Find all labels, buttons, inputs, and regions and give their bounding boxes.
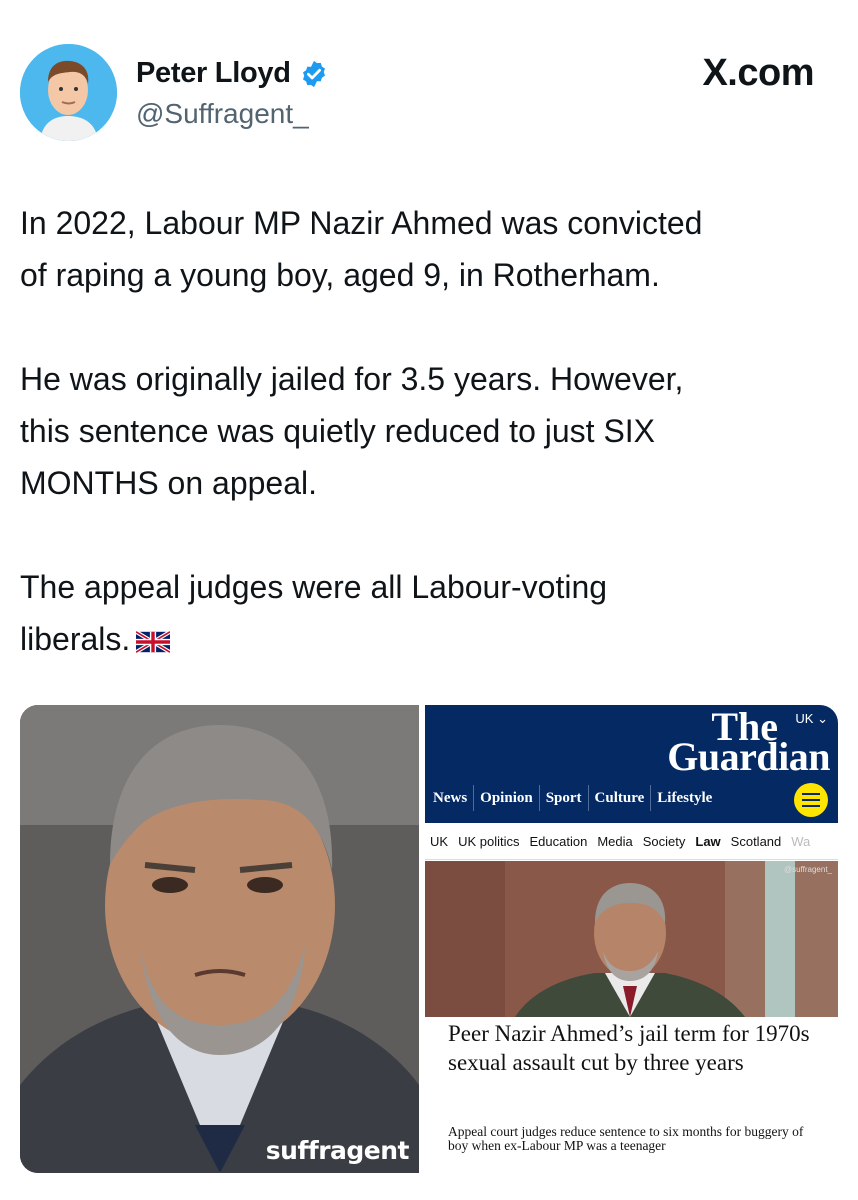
- tweet-paragraph: He was originally jailed for 3.5 years. …: [20, 361, 684, 501]
- tweet-text: In 2022, Labour MP Nazir Ahmed was convi…: [20, 197, 840, 665]
- author-handle[interactable]: @Suffragent_: [136, 98, 309, 130]
- author-name-row: Peter Lloyd: [136, 57, 329, 90]
- portrait-illustration: [20, 705, 419, 1173]
- nav-lifestyle[interactable]: Lifestyle: [650, 785, 718, 811]
- subnav-truncated[interactable]: Wa: [786, 834, 815, 849]
- article-headline[interactable]: Peer Nazir Ahmed’s jail term for 1970s s…: [448, 1019, 828, 1077]
- guardian-article-screenshot[interactable]: UK ⌄ The Guardian News Opinion Sport Cul…: [425, 705, 838, 1173]
- chevron-down-icon: ⌄: [817, 711, 828, 726]
- photo-watermark: suffragent: [265, 1136, 410, 1165]
- guardian-logo[interactable]: Guardian: [667, 737, 830, 777]
- subnav-media[interactable]: Media: [592, 834, 637, 849]
- subnav-education[interactable]: Education: [524, 834, 592, 849]
- nav-opinion[interactable]: Opinion: [473, 785, 539, 811]
- article-standfirst: Appeal court judges reduce sentence to s…: [448, 1124, 804, 1153]
- photo-credit: @suffragent_: [783, 865, 832, 874]
- hamburger-menu-icon: [802, 793, 820, 807]
- edition-selector[interactable]: UK ⌄: [795, 711, 828, 727]
- verified-badge-icon: [302, 60, 325, 87]
- portrait-photo[interactable]: suffragent: [20, 705, 419, 1173]
- guardian-masthead: UK ⌄ The Guardian News Opinion Sport Cul…: [425, 705, 838, 823]
- article-photo[interactable]: @suffragent_: [425, 861, 838, 1017]
- site-label: X.com: [702, 52, 814, 94]
- subnav-society[interactable]: Society: [638, 834, 691, 849]
- tweet-media[interactable]: suffragent UK ⌄ The Guardian News Opinio…: [20, 705, 838, 1173]
- nav-culture[interactable]: Culture: [587, 785, 651, 811]
- nav-sport[interactable]: Sport: [538, 785, 588, 811]
- subnav-uk[interactable]: UK: [425, 834, 453, 849]
- edition-label: UK: [795, 711, 814, 726]
- tweet-paragraph: The appeal judges were all Labour-voting…: [20, 569, 608, 657]
- nav-news[interactable]: News: [431, 785, 473, 811]
- guardian-primary-nav: News Opinion Sport Culture Lifestyle: [431, 785, 718, 811]
- subnav-law[interactable]: Law: [690, 834, 725, 849]
- avatar-illustration: [20, 44, 117, 141]
- subnav-uk-politics[interactable]: UK politics: [453, 834, 524, 849]
- author-avatar[interactable]: [20, 44, 117, 141]
- tweet-paragraph-last: The appeal judges were all Labour-voting…: [20, 561, 840, 665]
- tweet-paragraph: In 2022, Labour MP Nazir Ahmed was convi…: [20, 205, 703, 293]
- guardian-sub-nav: UK UK politics Education Media Society L…: [425, 823, 838, 860]
- subnav-scotland[interactable]: Scotland: [726, 834, 787, 849]
- menu-button[interactable]: [794, 783, 828, 817]
- author-name[interactable]: Peter Lloyd: [136, 57, 291, 90]
- uk-flag-icon: [136, 630, 171, 653]
- article-photo-illustration: [425, 861, 838, 1017]
